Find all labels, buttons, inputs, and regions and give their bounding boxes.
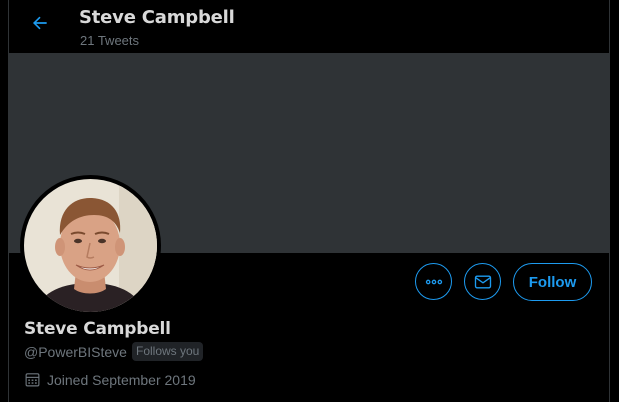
header-title: Steve Campbell <box>79 7 235 28</box>
tweet-count: 21 Tweets <box>80 33 140 48</box>
profile-handle: @PowerBISteve <box>24 344 127 360</box>
column-border-right <box>609 0 610 402</box>
avatar-photo <box>24 179 157 312</box>
more-options-button[interactable] <box>415 263 452 300</box>
message-button[interactable] <box>464 263 501 300</box>
more-dots-icon <box>425 279 442 284</box>
back-button[interactable] <box>27 10 53 36</box>
profile-page: Steve Campbell 21 Tweets Follow Steve Ca… <box>0 0 619 402</box>
profile-name: Steve Campbell <box>24 319 171 339</box>
profile-header: Steve Campbell 21 Tweets <box>9 0 609 53</box>
follow-button[interactable]: Follow <box>513 263 592 301</box>
joined-date: Joined September 2019 <box>24 371 196 388</box>
follows-you-badge: Follows you <box>132 342 204 361</box>
calendar-icon <box>25 373 40 387</box>
back-arrow-icon <box>32 16 47 30</box>
avatar[interactable] <box>24 179 157 312</box>
envelope-icon <box>474 275 491 288</box>
avatar-frame <box>20 175 161 316</box>
joined-label: Joined September 2019 <box>47 371 196 388</box>
